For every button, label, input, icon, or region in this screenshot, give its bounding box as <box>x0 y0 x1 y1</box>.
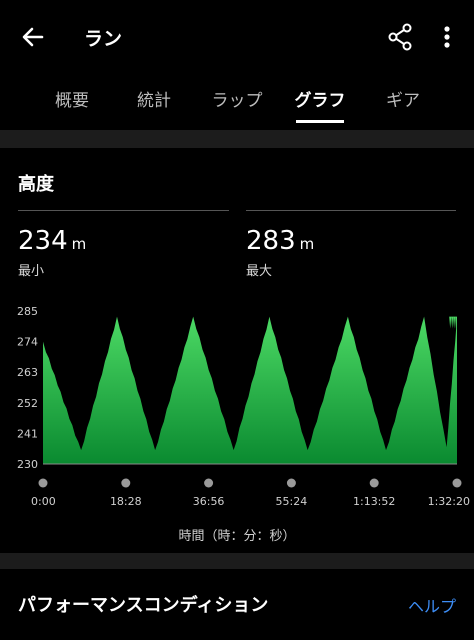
active-tab-indicator <box>296 120 344 123</box>
elevation-area <box>43 316 457 464</box>
page-title: ラン <box>84 28 123 50</box>
min-value: 234 <box>18 226 68 256</box>
x-tick-marker <box>121 478 131 488</box>
more-vert-icon[interactable] <box>436 22 458 52</box>
tab-stats[interactable]: 統計 <box>137 86 171 111</box>
tab-laps[interactable]: ラップ <box>212 86 263 111</box>
x-tick-marker <box>38 478 48 488</box>
x-tick-label: 1:32:20 <box>428 495 470 508</box>
max-elevation-label: 最大 <box>246 264 273 279</box>
x-tick-marker <box>369 478 379 488</box>
x-tick-label: 0:00 <box>31 495 56 508</box>
x-axis-label: 時間（時：分：秒） <box>178 529 296 544</box>
app-bar: ラン <box>0 0 474 72</box>
x-tick-marker <box>204 478 214 488</box>
x-tick-marker <box>452 478 462 488</box>
section-divider-bottom <box>0 553 474 569</box>
max-unit: m <box>299 235 315 253</box>
min-unit: m <box>71 235 87 253</box>
x-tick-label: 36:56 <box>193 495 225 508</box>
y-tick-label: 241 <box>17 427 38 440</box>
x-tick-label: 18:28 <box>110 495 142 508</box>
y-tick-label: 285 <box>17 305 38 318</box>
y-tick-label: 252 <box>17 397 38 410</box>
performance-condition-row[interactable]: パフォーマンスコンディション ヘルプ <box>0 569 474 640</box>
x-tick-label: 55:24 <box>276 495 308 508</box>
min-elevation-label: 最小 <box>18 264 45 279</box>
share-icon[interactable] <box>386 22 414 52</box>
section-divider <box>0 130 474 148</box>
y-tick-label: 230 <box>17 458 38 471</box>
section-title: 高度 <box>18 174 54 195</box>
y-tick-label: 274 <box>17 336 38 349</box>
tab-bar: 概要 統計 ラップ グラフ ギア <box>0 78 474 124</box>
tab-graph[interactable]: グラフ <box>295 86 346 111</box>
elevation-chart[interactable]: 285 274 263 252 241 230 0:00 18:28 36:56 55:24 1:… <box>0 298 474 538</box>
min-elevation-value: 234 m <box>18 226 86 256</box>
back-arrow-icon[interactable] <box>18 22 48 52</box>
max-value: 283 <box>246 226 296 256</box>
stat-divider-min <box>18 210 229 211</box>
x-tick-label: 1:13:52 <box>353 495 395 508</box>
y-tick-label: 263 <box>17 366 38 379</box>
stat-divider-max <box>246 210 456 211</box>
performance-condition-title: パフォーマンスコンディション <box>18 595 269 616</box>
help-link[interactable]: ヘルプ <box>408 593 456 617</box>
tab-gear[interactable]: ギア <box>386 86 420 111</box>
elevation-card: 高度 234 m 最小 283 m 最大 285 274 263 252 241 230 0:… <box>0 148 474 553</box>
tab-overview[interactable]: 概要 <box>55 86 89 111</box>
x-tick-marker <box>286 478 296 488</box>
max-elevation-value: 283 m <box>246 226 314 256</box>
